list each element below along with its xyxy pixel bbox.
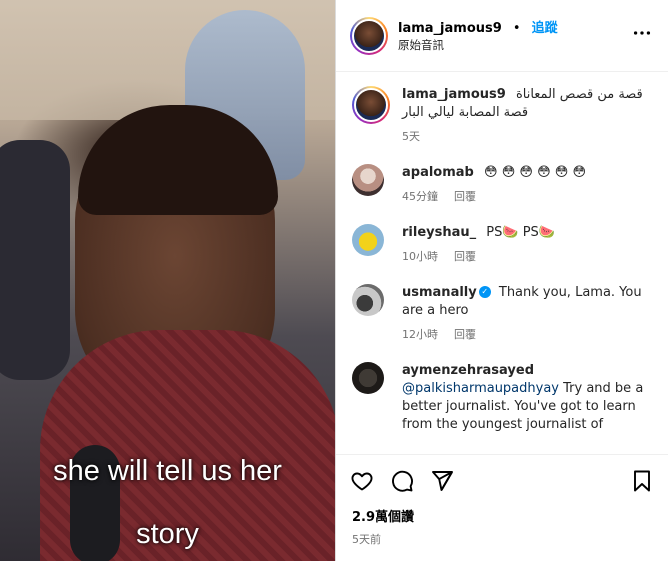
heart-icon[interactable] xyxy=(350,469,374,493)
comment-text: PS🍉 PS🍉 xyxy=(486,225,555,240)
author-username[interactable]: lama_jamous9 xyxy=(398,21,502,36)
comment-time[interactable]: 10小時 xyxy=(402,248,438,266)
reply-button[interactable]: 回覆 xyxy=(454,248,476,266)
caption-author-avatar[interactable] xyxy=(352,86,390,124)
follow-button[interactable]: 追蹤 xyxy=(532,21,558,36)
reply-button[interactable]: 回覆 xyxy=(454,326,476,344)
comment-mention[interactable]: @palkisharmaupadhyay xyxy=(402,381,559,396)
post-stats: 2.9萬個讚 5天前 xyxy=(336,506,668,561)
audio-label[interactable]: 原始音訊 xyxy=(398,37,630,54)
comment-text: 😳 😳 😳 😳 😳 😳 xyxy=(484,165,586,180)
likes-count[interactable]: 2.9萬個讚 xyxy=(352,506,652,525)
verified-badge-icon: ✓ xyxy=(478,285,491,298)
commenter-avatar[interactable] xyxy=(352,284,384,316)
reply-button[interactable]: 回覆 xyxy=(454,188,476,206)
author-avatar[interactable] xyxy=(350,16,388,55)
caption-time[interactable]: 5天 xyxy=(402,128,420,146)
more-options-icon[interactable] xyxy=(630,22,654,49)
action-bar xyxy=(336,454,668,506)
comment-item: aymenzehrasayed @palkisharmaupadhyay Try… xyxy=(352,362,654,434)
comment-time[interactable]: 12小時 xyxy=(402,326,438,344)
post-header: lama_jamous9 • 追蹤 原始音訊 xyxy=(336,0,668,72)
commenter-username[interactable]: rileyshau_ xyxy=(402,225,476,240)
caption-author-username[interactable]: lama_jamous9 xyxy=(402,87,506,102)
commenter-avatar[interactable] xyxy=(352,362,384,394)
reel-viewer: she will tell us her story lama_jamous9 … xyxy=(0,0,668,561)
comment-icon[interactable] xyxy=(390,469,414,493)
comment-time[interactable]: 45分鐘 xyxy=(402,188,438,206)
video-caption-line-1: she will tell us her xyxy=(53,455,282,487)
video-background-jacket xyxy=(0,140,70,380)
comments-list[interactable]: lama_jamous9 قصة من قصص المعاناة قصة الم… xyxy=(336,72,668,454)
comment-item: rileyshau_ PS🍉 PS🍉 10小時 回覆 xyxy=(352,224,654,266)
commenter-username[interactable]: apalomab xyxy=(402,165,474,180)
video-caption-line-2: story xyxy=(136,518,199,550)
post-sidebar: lama_jamous9 • 追蹤 原始音訊 lama_jamous9 قصة … xyxy=(336,0,668,561)
commenter-avatar[interactable] xyxy=(352,164,384,196)
video-player[interactable]: she will tell us her story xyxy=(0,0,335,561)
commenter-username[interactable]: aymenzehrasayed xyxy=(402,362,648,380)
post-date: 5天前 xyxy=(352,533,381,546)
comment-item: apalomab 😳 😳 😳 😳 😳 😳 45分鐘 回覆 xyxy=(352,164,654,206)
comment-item: usmanally ✓ Thank you, Lama. You are a he… xyxy=(352,284,654,344)
post-caption: lama_jamous9 قصة من قصص المعاناة قصة الم… xyxy=(352,86,654,146)
bookmark-icon[interactable] xyxy=(630,469,654,493)
commenter-username[interactable]: usmanally xyxy=(402,285,477,300)
separator-dot: • xyxy=(512,20,521,36)
author-meta: lama_jamous9 • 追蹤 原始音訊 xyxy=(398,18,630,54)
share-icon[interactable] xyxy=(430,469,454,493)
commenter-avatar[interactable] xyxy=(352,224,384,256)
